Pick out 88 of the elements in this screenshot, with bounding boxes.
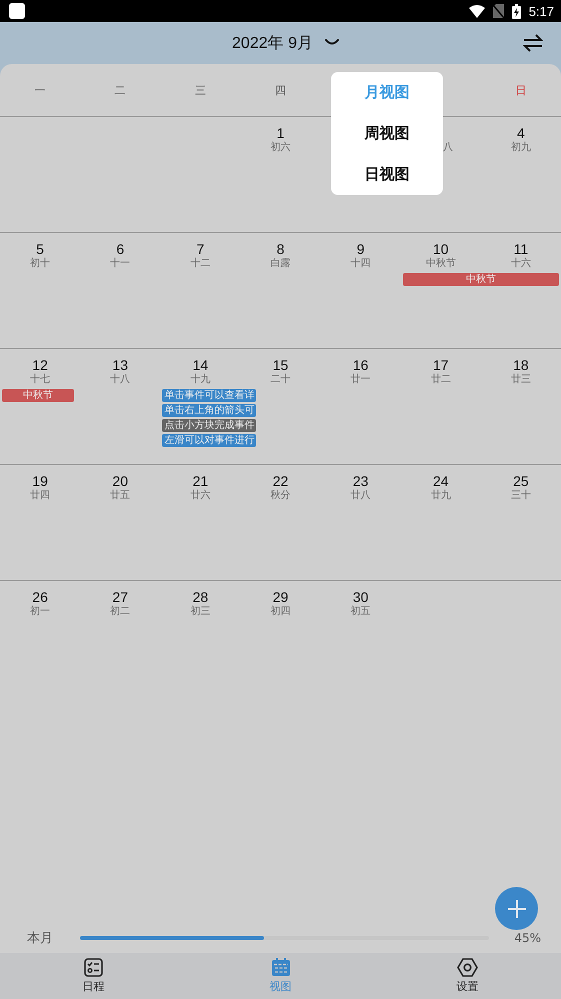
lunar-date: 廿五 [110, 490, 130, 502]
day-number: 6 [116, 241, 124, 257]
lunar-date: 廿三 [510, 374, 531, 386]
day-number: 16 [352, 357, 368, 373]
lunar-date: 初一 [30, 606, 50, 618]
day-number: 10 [432, 241, 449, 257]
nav-tab[interactable]: 视图 [187, 953, 374, 999]
no-sim-icon [492, 4, 504, 18]
day-number: 4 [517, 125, 525, 141]
event-bar[interactable]: 点击小方块完成事件 [162, 419, 256, 432]
lunar-date: 十九 [190, 374, 210, 386]
weekday-label: 二 [114, 82, 126, 98]
lunar-date: 十二 [190, 258, 210, 270]
lunar-date: 廿八 [350, 490, 371, 502]
event-bar[interactable]: 中秋节 [402, 273, 559, 286]
progress-label: 本月 [27, 930, 54, 947]
day-number: 20 [112, 473, 128, 489]
weekday-label: 一 [34, 82, 46, 98]
day-number: 8 [276, 241, 284, 257]
menu-item[interactable]: 月视图 [331, 72, 443, 113]
lunar-date: 十一 [110, 258, 130, 270]
chevron-down-icon[interactable] [324, 39, 339, 47]
app-notification-icon [9, 3, 25, 19]
day-number: 12 [32, 357, 48, 373]
lunar-date: 廿二 [430, 374, 451, 386]
swap-arrows-icon[interactable] [523, 34, 543, 52]
day-number: 7 [196, 241, 204, 257]
checklist-icon [84, 958, 103, 977]
day-number: 11 [514, 241, 528, 257]
clock-time: 5:17 [528, 4, 554, 18]
day-number: 1 [276, 125, 284, 141]
progress-percent: 45% [513, 931, 541, 945]
day-number: 24 [432, 473, 449, 489]
lunar-date: 三十 [510, 490, 531, 502]
menu-item[interactable]: 周视图 [331, 113, 443, 154]
lunar-date: 初十 [30, 258, 50, 270]
lunar-date: 十七 [30, 374, 50, 386]
day-number: 27 [112, 589, 128, 605]
plus-icon [506, 898, 526, 918]
lunar-date: 廿一 [350, 374, 371, 386]
lunar-date: 二十 [270, 374, 290, 386]
event-bar[interactable]: 左滑可以对事件进行 [162, 434, 256, 447]
lunar-date: 廿九 [430, 490, 451, 502]
day-number: 23 [352, 473, 368, 489]
lunar-date: 初六 [270, 142, 290, 154]
day-number: 30 [352, 589, 368, 605]
weekday-label: 日 [515, 82, 526, 98]
month-title[interactable]: 2022年 9月 [232, 32, 313, 54]
day-number: 9 [356, 241, 365, 257]
calendar-icon [270, 958, 290, 977]
day-number: 13 [112, 357, 128, 373]
event-bar[interactable]: 单击事件可以查看详 [162, 389, 256, 402]
day-number: 14 [192, 357, 208, 373]
lunar-date: 八 [442, 142, 453, 154]
lunar-date: 十八 [110, 374, 130, 386]
lunar-date: 秋分 [270, 490, 290, 502]
lunar-date: 十六 [510, 258, 531, 270]
day-number: 5 [36, 241, 44, 257]
event-bar[interactable]: 单击右上角的箭头可 [162, 404, 256, 417]
hexagon-gear-icon [457, 958, 478, 977]
lunar-date: 初五 [350, 606, 371, 618]
lunar-date: 初九 [510, 142, 531, 154]
day-number: 26 [32, 589, 48, 605]
day-number: 29 [272, 589, 288, 605]
lunar-date: 初二 [110, 606, 130, 618]
day-number: 15 [272, 357, 288, 373]
weekday-label: 三 [194, 82, 206, 98]
weekday-label: 四 [274, 82, 286, 98]
day-number: 19 [32, 473, 48, 489]
nav-tab[interactable]: 设置 [374, 953, 561, 999]
lunar-date: 白露 [270, 258, 290, 270]
lunar-date: 廿六 [190, 490, 210, 502]
lunar-date: 廿四 [30, 490, 50, 502]
day-number: 22 [272, 473, 288, 489]
day-number: 17 [432, 357, 449, 373]
wifi-icon [468, 4, 485, 18]
day-number: 18 [513, 357, 529, 373]
day-number: 25 [513, 473, 529, 489]
lunar-date: 初三 [190, 606, 210, 618]
battery-charging-icon [512, 4, 521, 18]
day-number: 28 [192, 589, 208, 605]
lunar-date: 中秋节 [426, 258, 456, 270]
lunar-date: 初四 [270, 606, 290, 618]
nav-tab[interactable]: 日程 [0, 953, 187, 999]
menu-item[interactable]: 日视图 [331, 154, 443, 195]
day-number: 21 [192, 473, 208, 489]
event-bar[interactable]: 中秋节 [2, 389, 74, 402]
lunar-date: 十四 [350, 258, 371, 270]
